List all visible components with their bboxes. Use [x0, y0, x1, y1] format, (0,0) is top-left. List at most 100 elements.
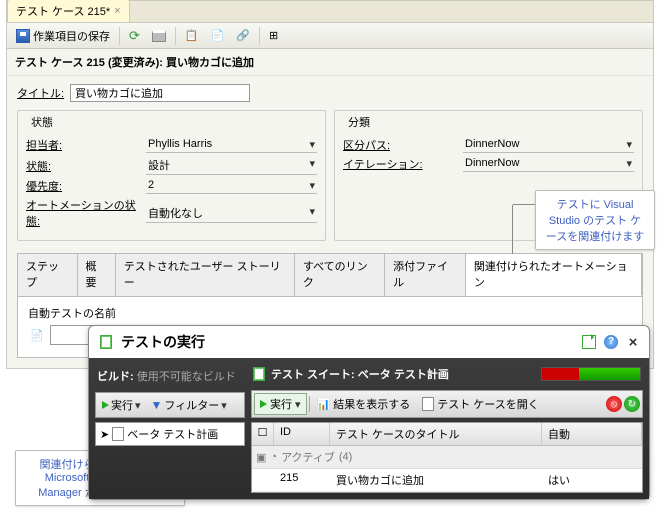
runner-title: テストの実行 [121, 332, 205, 352]
copy-button[interactable]: 📋 [182, 27, 202, 44]
suite-icon [253, 367, 265, 381]
run-dropdown[interactable]: 実行 ▾ [98, 395, 145, 415]
document-tab[interactable]: テスト ケース 215* × [7, 0, 130, 22]
row-checkbox[interactable] [252, 469, 274, 491]
save-icon [16, 29, 30, 43]
col-auto[interactable]: 自動 [542, 423, 642, 445]
automation-combo[interactable]: 自動化なし▾ [146, 204, 317, 223]
assigned-combo[interactable]: Phyllis Harris▾ [146, 137, 317, 153]
priority-label: 優先度: [26, 178, 146, 194]
grid-header: ☐ ID テスト ケースのタイトル 自動 [252, 423, 642, 446]
show-results-button[interactable]: 📊結果を表示する [312, 394, 416, 414]
help-icon[interactable]: ? [603, 334, 619, 350]
group-label: アクティブ [281, 449, 335, 465]
chevron-down-icon: ▾ [135, 399, 141, 412]
title-row: タイトル: [7, 76, 653, 106]
right-toolbar: 実行 ▾ 📊結果を表示する テスト ケースを開く ⦸ ↻ [251, 390, 643, 418]
tab-automation[interactable]: 関連付けられたオートメーション [466, 254, 642, 296]
leader-line [513, 204, 535, 205]
col-id[interactable]: ID [274, 423, 330, 445]
print-icon [152, 30, 166, 42]
right-pane: テスト スイート: ベータ テスト計画 実行 ▾ 📊結果を表示する テスト ケー… [251, 364, 643, 493]
runner-header: テストの実行 ? × [89, 326, 649, 358]
funnel-icon: ▼ [151, 398, 163, 412]
detail-tabs: ステップ 概要 テストされたユーザー ストーリー すべてのリンク 添付ファイル … [17, 253, 643, 296]
table-row[interactable]: 215 買い物カゴに追加 はい [252, 469, 642, 492]
title-input[interactable] [70, 84, 250, 102]
test-runner-panel: テストの実行 ? × ビルド: 使用不可能なビルド 実行 ▾ ▼フィルター ▾ … [88, 325, 650, 500]
refresh-button[interactable]: ⟳ [126, 26, 143, 46]
col-checkbox[interactable]: ☐ [252, 423, 274, 445]
row-title: 買い物カゴに追加 [330, 469, 542, 491]
progress-bar [541, 367, 641, 381]
tree-button[interactable]: ⊞ [266, 27, 281, 44]
row-id: 215 [274, 469, 330, 491]
refresh-icon: ⟳ [129, 28, 140, 44]
build-value: 使用不可能なビルド [137, 371, 236, 383]
tab-title: テスト ケース 215* [16, 3, 110, 19]
chevron-down-icon: ▾ [309, 179, 315, 192]
close-icon[interactable]: × [625, 334, 641, 350]
title-label: タイトル: [17, 85, 64, 101]
chevron-down-icon: ▾ [309, 157, 315, 173]
separator [259, 27, 260, 45]
assigned-label: 担当者: [26, 137, 146, 153]
test-plan-row[interactable]: ➤ ベータ テスト計画 [95, 422, 245, 446]
save-label: 作業項目の保存 [33, 28, 110, 44]
suite-row: テスト スイート: ベータ テスト計画 [251, 364, 643, 386]
page-icon [112, 427, 124, 441]
tab-links[interactable]: すべてのリンク [295, 254, 385, 296]
iteration-combo[interactable]: DinnerNow▾ [463, 156, 634, 172]
callout-associate: テストに Visual Studio のテスト ケースを関連付けます [535, 190, 655, 250]
tab-overview[interactable]: 概要 [78, 254, 116, 296]
runner-body: ビルド: 使用不可能なビルド 実行 ▾ ▼フィルター ▾ ➤ ベータ テスト計画… [89, 358, 649, 499]
chevron-down-icon: ▾ [626, 138, 632, 151]
open-testcase-button[interactable]: テスト ケースを開く [417, 394, 544, 414]
results-icon: 📊 [317, 398, 331, 411]
separator [309, 396, 310, 412]
print-button[interactable] [149, 28, 169, 44]
area-combo[interactable]: DinnerNow▾ [463, 137, 634, 153]
left-toolbar: 実行 ▾ ▼フィルター ▾ [95, 392, 245, 418]
page-play-icon [97, 333, 115, 351]
separator [119, 27, 120, 45]
left-pane: ビルド: 使用不可能なビルド 実行 ▾ ▼フィルター ▾ ➤ ベータ テスト計画 [95, 364, 245, 493]
status-combo[interactable]: 設計▾ [146, 156, 317, 175]
reset-button[interactable]: ↻ [624, 396, 640, 412]
status-icon: ◔ [270, 451, 277, 463]
link-button[interactable]: 🔗 [233, 27, 253, 44]
row-auto: はい [542, 469, 642, 491]
build-label: ビルド: [97, 371, 134, 383]
chevron-down-icon: ▾ [309, 205, 315, 221]
classification-legend: 分類 [345, 114, 373, 130]
priority-combo[interactable]: 2▾ [146, 178, 317, 194]
autotest-name-label: 自動テストの名前 [28, 305, 632, 321]
play-icon [260, 400, 267, 408]
block-button[interactable]: ⦸ [606, 396, 622, 412]
arrow-icon: ➤ [100, 428, 109, 441]
run-button[interactable]: 実行 ▾ [254, 393, 307, 415]
filter-dropdown[interactable]: ▼フィルター ▾ [147, 395, 231, 415]
play-icon [102, 401, 109, 409]
save-button[interactable]: 作業項目の保存 [13, 26, 113, 46]
state-legend: 状態 [28, 114, 56, 130]
page-icon [422, 397, 434, 411]
col-title[interactable]: テスト ケースのタイトル [330, 423, 542, 445]
document-tab-strip: テスト ケース 215* × [7, 1, 653, 23]
state-fieldset: 状態 担当者: Phyllis Harris▾ 状態: 設計▾ 優先度: 2▾ … [17, 110, 326, 241]
automation-status-label: オートメーションの状態: [26, 197, 146, 229]
iteration-label: イテレーション: [343, 156, 463, 172]
new-window-icon[interactable] [581, 334, 597, 350]
toolbar: 作業項目の保存 ⟳ 📋 📄 🔗 ⊞ [7, 23, 653, 49]
export-button[interactable]: 📄 [208, 27, 228, 44]
workitem-window: テスト ケース 215* × 作業項目の保存 ⟳ 📋 📄 🔗 ⊞ テスト ケース… [6, 0, 654, 369]
test-grid: ☐ ID テスト ケースのタイトル 自動 ▣ ◔ アクティブ (4) 215 買… [251, 422, 643, 493]
close-icon[interactable]: × [114, 5, 120, 17]
document-icon: 📄 [28, 326, 46, 344]
chevron-down-icon: ▾ [221, 399, 227, 412]
tab-attachments[interactable]: 添付ファイル [385, 254, 466, 296]
tab-steps[interactable]: ステップ [18, 254, 78, 296]
tab-stories[interactable]: テストされたユーザー ストーリー [116, 254, 295, 296]
workitem-header: テスト ケース 215 (変更済み): 買い物カゴに追加 [7, 49, 653, 76]
grid-group[interactable]: ▣ ◔ アクティブ (4) [252, 446, 642, 469]
